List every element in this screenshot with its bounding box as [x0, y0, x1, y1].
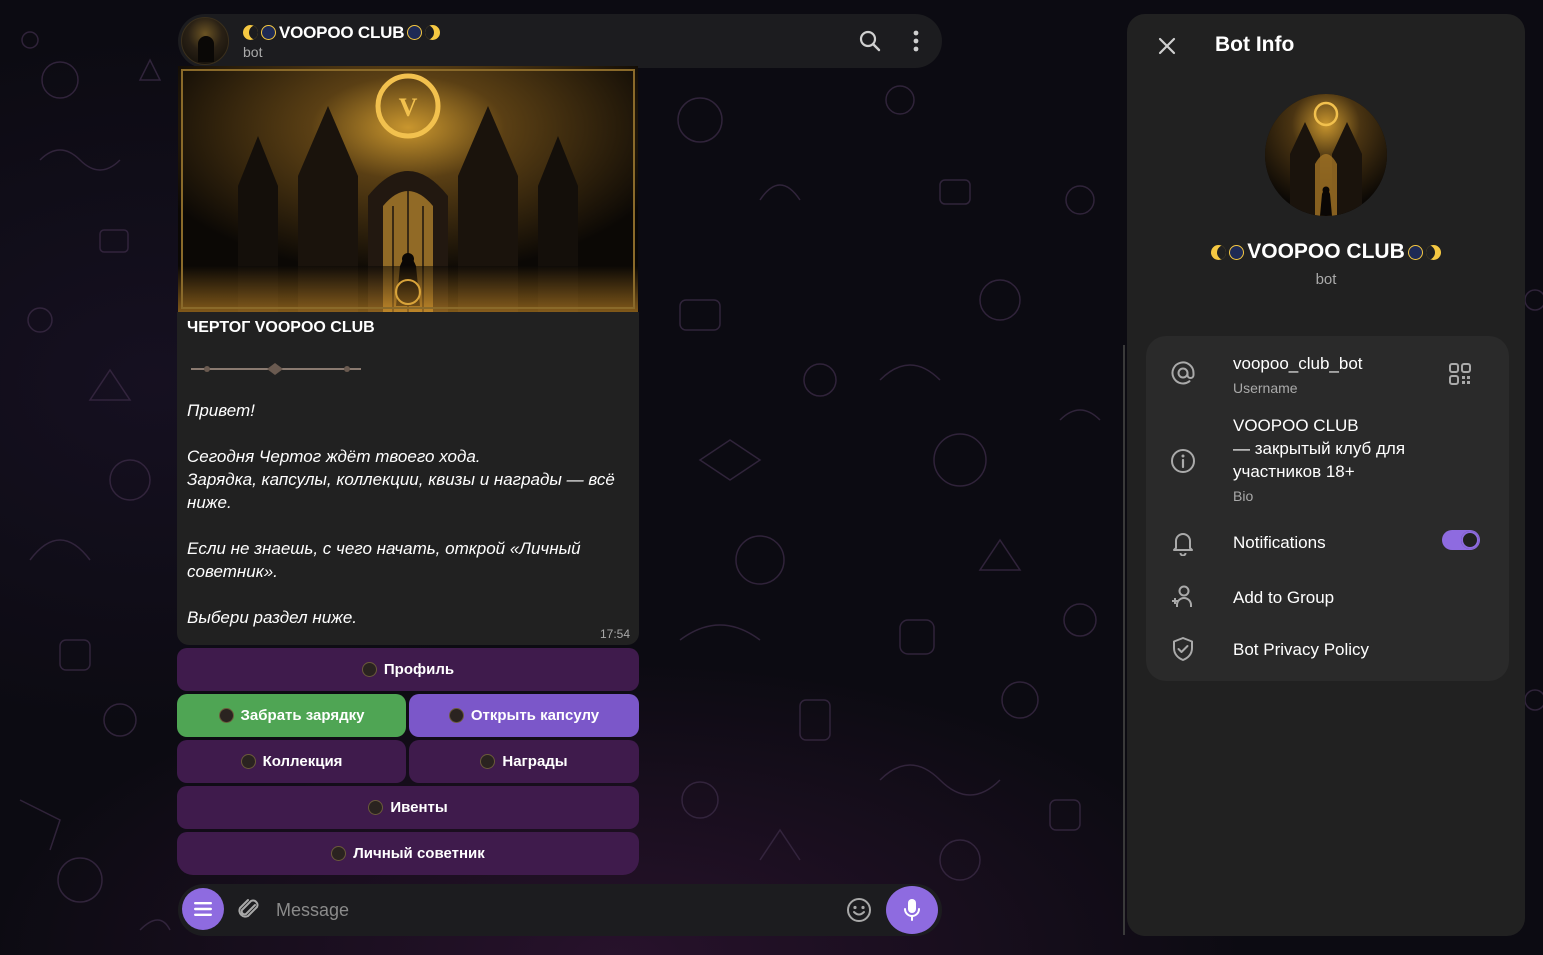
bell-icon	[1173, 533, 1193, 556]
rewards-icon	[480, 754, 496, 769]
advisor-icon	[331, 846, 347, 861]
smiley-icon	[847, 898, 871, 922]
microphone-icon	[904, 899, 920, 921]
collection-button-label: Коллекция	[262, 753, 343, 770]
charge-button[interactable]: Забрать зарядку	[177, 694, 406, 737]
search-button[interactable]	[850, 21, 890, 61]
attach-button[interactable]	[236, 896, 262, 927]
capsule-icon	[448, 708, 464, 723]
chat-title-text: VOOPOO CLUB	[279, 22, 405, 42]
message-bubble[interactable]: ЧЕРТОГ VOOPOO CLUB Привет! Сегодня Черто…	[177, 312, 639, 645]
voice-record-button[interactable]	[886, 886, 938, 934]
qr-code-icon[interactable]	[1448, 362, 1472, 386]
profile-avatar[interactable]	[1265, 94, 1387, 216]
privacy-policy-label: Bot Privacy Policy	[1233, 640, 1370, 659]
moon-icon	[1407, 244, 1423, 260]
username-row[interactable]: voopoo_club_bot Username	[1146, 336, 1509, 408]
collection-button[interactable]: Коллекция	[177, 740, 406, 783]
add-to-group-row[interactable]: Add to Group	[1146, 572, 1509, 624]
message-photo[interactable]: V	[178, 66, 638, 312]
more-options-button[interactable]	[896, 21, 936, 61]
advisor-button[interactable]: Личный советник	[177, 832, 639, 875]
events-button-label: Ивенты	[390, 799, 448, 816]
add-user-icon	[1172, 585, 1192, 607]
profile-button[interactable]: Профиль	[177, 648, 639, 691]
bio-line: VOOPOO CLUB	[1233, 416, 1359, 435]
at-sign-icon	[1171, 361, 1195, 385]
gothic-castle-illustration: V	[178, 66, 638, 312]
search-icon	[859, 30, 881, 52]
rewards-button-label: Награды	[502, 753, 568, 770]
menu-icon	[194, 902, 212, 916]
privacy-policy-row[interactable]: Bot Privacy Policy	[1146, 624, 1509, 676]
close-panel-button[interactable]	[1147, 31, 1187, 61]
username-value: voopoo_club_bot	[1233, 354, 1363, 373]
profile-icon	[361, 662, 377, 677]
profile-name: VOOPOO CLUB	[1127, 240, 1525, 264]
chat-avatar[interactable]	[181, 17, 229, 65]
paperclip-icon	[238, 899, 259, 918]
advisor-button-label: Личный советник	[353, 845, 485, 862]
moon-icon	[1229, 244, 1245, 260]
avatar-image	[1265, 94, 1387, 216]
shield-check-icon	[1173, 637, 1193, 661]
message-text: Привет! Сегодня Чертог ждёт твоего хода.…	[187, 399, 629, 629]
chat-header[interactable]: VOOPOO CLUB bot	[178, 14, 942, 68]
rewards-button[interactable]: Награды	[409, 740, 639, 783]
bio-line: — закрытый клуб для	[1233, 439, 1406, 458]
message-heading: ЧЕРТОГ VOOPOO CLUB	[187, 319, 375, 336]
collection-icon	[240, 754, 256, 769]
bio-label: Bio	[1233, 488, 1254, 504]
ornament-divider-icon	[191, 363, 361, 375]
profile-name-text: VOOPOO CLUB	[1247, 240, 1405, 263]
events-button[interactable]: Ивенты	[177, 786, 639, 829]
close-icon	[1158, 37, 1176, 55]
bot-menu-button[interactable]	[182, 888, 224, 930]
panel-title: Bot Info	[1215, 33, 1295, 56]
svg-text:V: V	[399, 93, 418, 122]
chat-title: VOOPOO CLUB	[243, 23, 850, 43]
moon-icon	[261, 25, 276, 40]
bot-info-panel: Bot Info VOOPOO CLUB bot voopoo_club_bot…	[1127, 14, 1525, 936]
info-icon	[1171, 449, 1195, 473]
message-input[interactable]	[276, 896, 816, 924]
notifications-label: Notifications	[1233, 533, 1326, 552]
panel-divider	[1123, 345, 1125, 935]
bio-line: участников 18+	[1233, 462, 1355, 481]
profile-subtitle: bot	[1315, 271, 1337, 288]
moon-icon	[425, 25, 441, 40]
lightning-icon	[218, 708, 234, 723]
message-line: Сегодня Чертог ждёт твоего хода.	[187, 447, 481, 466]
events-icon	[368, 800, 384, 815]
message-line: Привет!	[187, 401, 255, 420]
more-vertical-icon	[913, 30, 919, 52]
bio-row[interactable]: VOOPOO CLUB — закрытый клуб для участник…	[1146, 408, 1509, 518]
message-time: 17:54	[599, 627, 630, 641]
chat-subtitle: bot	[243, 43, 263, 60]
profile-button-label: Профиль	[383, 661, 455, 678]
open-capsule-button-label: Открыть капсулу	[470, 707, 600, 724]
notifications-toggle[interactable]	[1442, 530, 1480, 550]
emoji-button[interactable]	[846, 897, 872, 928]
username-label: Username	[1233, 380, 1298, 396]
moon-icon	[407, 25, 423, 40]
chat-title-block[interactable]: VOOPOO CLUB bot	[243, 23, 850, 60]
moon-icon	[243, 25, 258, 40]
message-line: Если не знаешь, с чего начать, открой «Л…	[187, 539, 581, 581]
moon-icon	[1211, 244, 1227, 260]
open-capsule-button[interactable]: Открыть капсулу	[409, 694, 639, 737]
message-line: Зарядка, капсулы, коллекции, квизы и наг…	[187, 470, 615, 512]
charge-button-label: Забрать зарядку	[240, 707, 365, 724]
ornament-divider	[187, 361, 629, 377]
info-card: voopoo_club_bot Username VOOPOO CLUB — з…	[1146, 336, 1509, 681]
message-line: Выбери раздел ниже.	[187, 608, 358, 627]
add-to-group-label: Add to Group	[1233, 588, 1335, 607]
moon-icon	[1425, 244, 1441, 260]
